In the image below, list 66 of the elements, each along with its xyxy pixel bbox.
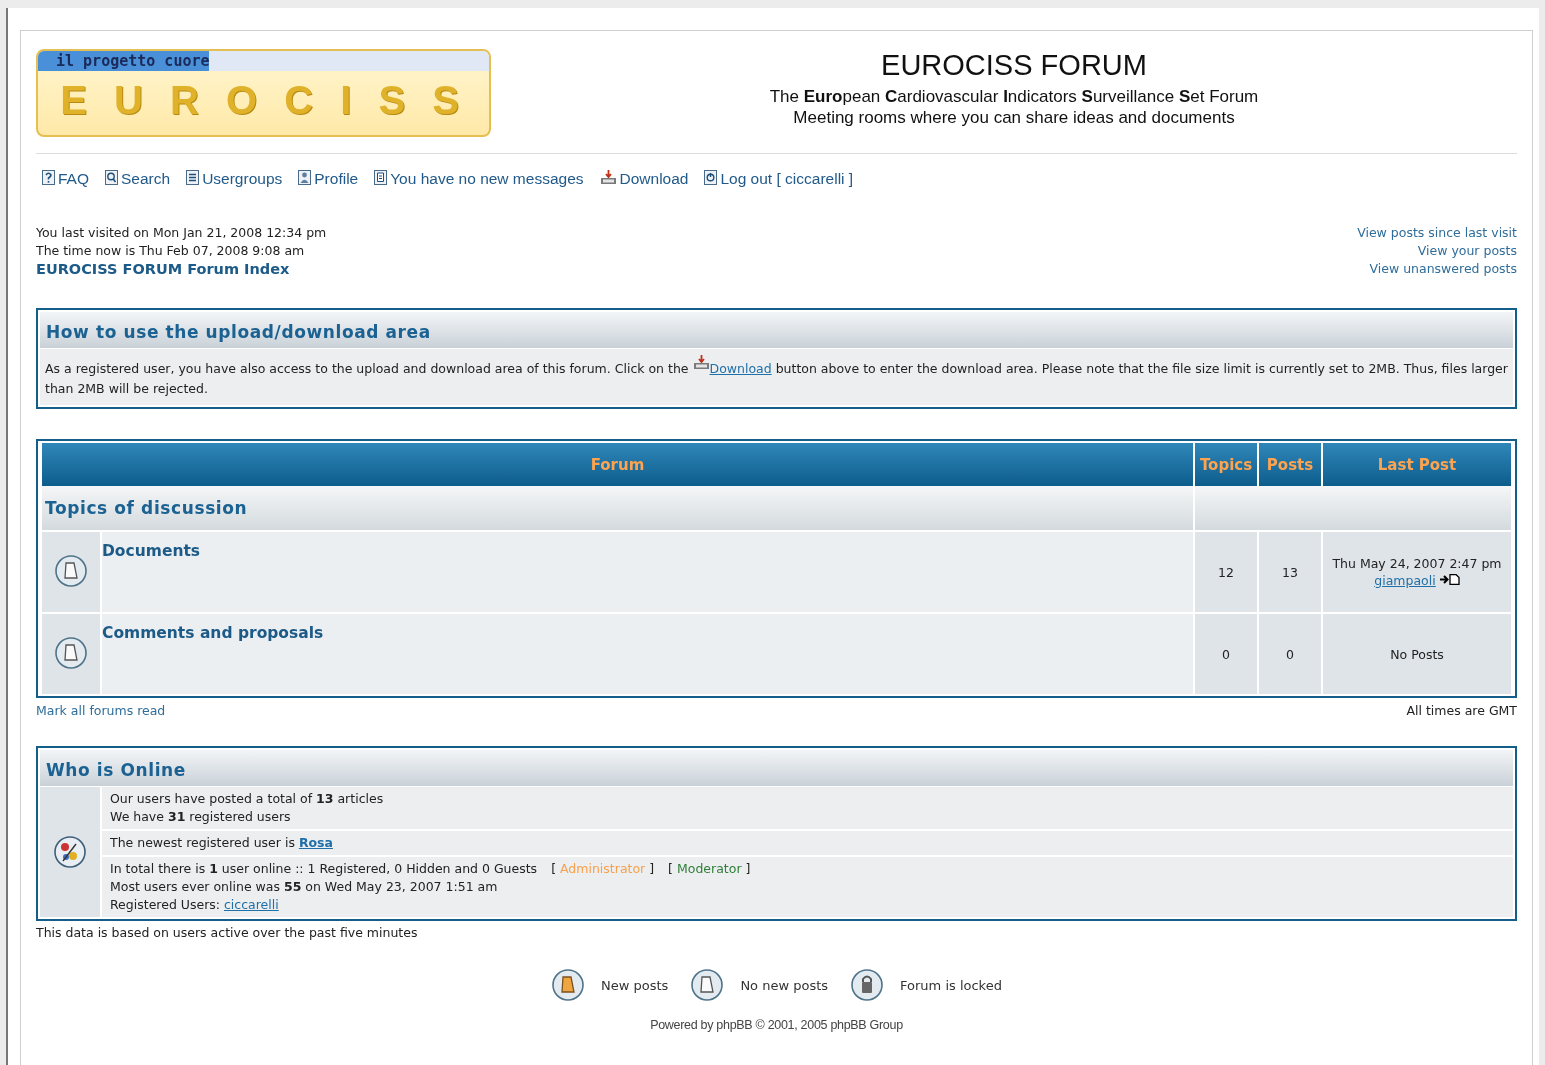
column-header: Last Post xyxy=(1323,443,1511,486)
timezone-text: All times are GMT xyxy=(1406,703,1517,718)
registered-users-text: Registered Users: ciccarelli xyxy=(110,896,280,914)
role-legend: [ Administrator ] xyxy=(551,861,655,876)
user-link[interactable]: Rosa xyxy=(298,835,333,850)
column-header: Forum xyxy=(42,443,1193,486)
stats-text: We have 31 registered users xyxy=(110,808,292,826)
logo-tagline: il progetto cuore xyxy=(56,52,210,70)
section-title: Who is Online xyxy=(46,760,186,780)
arrow-page-icon[interactable] xyxy=(1439,574,1460,585)
table-cell: 0 xyxy=(1259,612,1321,694)
no-posts-text: No Posts xyxy=(1390,646,1444,662)
notice-text: As a registered user, you have also access to the upload and download area of this forum. Click on the Download button above to enter the download area. Please note that the file size limit is currently set to 2MB. Thus, files larger than 2MB will be rejected. xyxy=(45,361,1508,396)
users-icon xyxy=(53,835,87,869)
list-icon xyxy=(186,170,200,185)
nav-link[interactable]: Search xyxy=(105,170,171,188)
role-legend: [ Moderator ] xyxy=(668,861,751,876)
download-icon xyxy=(599,170,617,185)
nav-link[interactable]: You have no new messages xyxy=(374,170,584,188)
author-link[interactable]: giampaoli xyxy=(1374,573,1436,588)
help-icon xyxy=(42,170,55,185)
record-text: Most users ever online was 55 on Wed May 23, 2007 1:51 am xyxy=(110,878,499,896)
nav-link[interactable]: Download xyxy=(599,170,689,188)
legend-label: New posts xyxy=(601,977,669,993)
quick-link[interactable]: View posts since last visit xyxy=(1357,224,1517,242)
nav-link[interactable]: Log out [ ciccarelli ] xyxy=(704,170,854,188)
column-header: Topics xyxy=(1195,443,1257,486)
last-post-date: Thu May 24, 2007 2:47 pm xyxy=(1332,556,1502,571)
category-title: Topics of discussion xyxy=(44,498,248,518)
search-icon xyxy=(105,170,118,185)
forum-name-link[interactable]: Comments and proposals xyxy=(102,624,324,642)
table-cell: 12 xyxy=(1195,530,1257,612)
newest-user-text: The newest registered user is Rosa xyxy=(110,834,334,852)
quick-link[interactable]: View your posts xyxy=(1357,242,1517,260)
nav-link[interactable]: Usergroups xyxy=(186,170,283,188)
table-cell: 13 xyxy=(1259,530,1321,612)
padlock-icon xyxy=(850,968,885,1002)
online-note: This data is based on users active over the past five minutes xyxy=(36,924,419,940)
nav-link[interactable]: FAQ xyxy=(42,170,89,188)
site-title: EUROCISS FORUM xyxy=(880,49,1148,82)
legend-label: No new posts xyxy=(740,977,829,993)
download-icon xyxy=(692,355,710,370)
current-time-text: The time now is Thu Feb 07, 2008 9:08 am xyxy=(36,242,306,260)
column-header: Posts xyxy=(1259,443,1321,486)
user-link[interactable]: ciccarelli xyxy=(224,897,279,912)
download-link[interactable]: Download xyxy=(709,361,772,376)
stats-text: Our users have posted a total of 13 articles xyxy=(110,790,385,808)
logo-wordmark: E U R O C I S S xyxy=(59,77,468,124)
online-count-text: In total there is 1 user online :: 1 Registered, 0 Hidden and 0 Guests xyxy=(110,861,538,876)
forum-name-link[interactable]: Documents xyxy=(102,542,201,560)
quick-link[interactable]: View unanswered posts xyxy=(1357,260,1517,278)
page-icon xyxy=(690,968,725,1002)
section-title: How to use the upload/download area xyxy=(46,322,431,342)
site-tagline: Meeting rooms where you can share ideas and documents xyxy=(792,107,1236,128)
page-icon xyxy=(551,968,586,1002)
table-cell: 0 xyxy=(1195,612,1257,694)
site-subtitle: The European Cardiovascular Indicators Surveillance Set Forum xyxy=(768,86,1260,107)
message-icon xyxy=(374,170,388,185)
legend-label: Forum is locked xyxy=(900,977,1002,993)
footer-text: Powered by phpBB © 2001, 2005 phpBB Group xyxy=(649,1018,904,1032)
person-icon xyxy=(298,170,312,185)
forum-index-link[interactable]: EUROCISS FORUM Forum Index xyxy=(36,260,327,278)
last-visit-text: You last visited on Mon Jan 21, 2008 12:34 pm xyxy=(36,224,327,242)
nav-link[interactable]: Profile xyxy=(298,170,359,188)
mark-read-link[interactable]: Mark all forums read xyxy=(36,703,166,718)
logout-icon xyxy=(704,170,718,185)
